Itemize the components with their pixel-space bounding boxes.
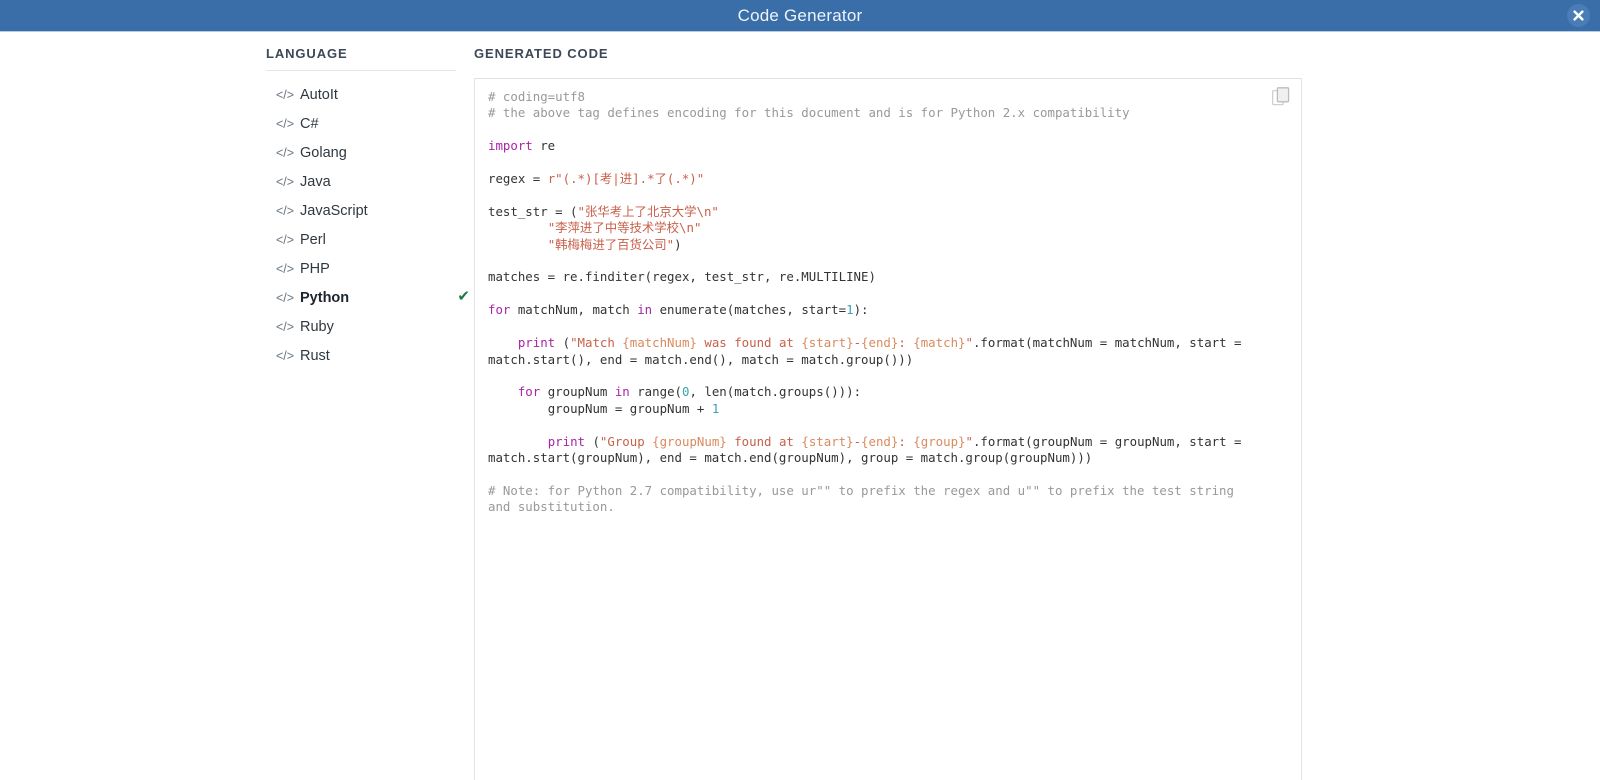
code-brackets-icon: </> <box>276 319 295 334</box>
close-button[interactable] <box>1567 4 1590 27</box>
language-item-label: Java <box>300 173 331 190</box>
code-brackets-icon: </> <box>276 116 295 131</box>
code-brackets-icon: </> <box>276 348 295 363</box>
language-item-label: Python <box>300 289 350 306</box>
code-brackets-icon: </> <box>276 87 295 102</box>
code-brackets-icon: </> <box>276 290 295 305</box>
generated-code-panel: # coding=utf8 # the above tag defines en… <box>474 78 1302 780</box>
language-item-perl[interactable]: </> Perl <box>266 225 456 254</box>
page-body: LANGUAGE </> AutoIt </> C# </> Golang </… <box>0 32 1600 780</box>
generated-code-heading: GENERATED CODE <box>474 46 609 61</box>
language-item-autoit[interactable]: </> AutoIt <box>266 80 456 109</box>
language-item-label: PHP <box>300 260 330 277</box>
language-list: </> AutoIt </> C# </> Golang </> Java </… <box>266 80 470 370</box>
language-item-label: Perl <box>300 231 326 248</box>
generated-code-text[interactable]: # coding=utf8 # the above tag defines en… <box>475 79 1275 526</box>
generated-code-header: GENERATED CODE <box>474 46 1304 70</box>
language-item-golang[interactable]: </> Golang <box>266 138 456 167</box>
language-item-python[interactable]: </> Python ✔ <box>266 283 470 312</box>
language-item-javascript[interactable]: </> JavaScript <box>266 196 456 225</box>
language-item-label: JavaScript <box>300 202 368 219</box>
language-item-label: Golang <box>300 144 347 161</box>
language-item-label: Rust <box>300 347 330 364</box>
language-item-label: AutoIt <box>300 86 338 103</box>
language-item-rust[interactable]: </> Rust <box>266 341 456 370</box>
checkmark-icon: ✔ <box>457 288 470 305</box>
code-brackets-icon: </> <box>276 232 295 247</box>
language-item-csharp[interactable]: </> C# <box>266 109 456 138</box>
language-item-label: C# <box>300 115 319 132</box>
language-item-label: Ruby <box>300 318 334 335</box>
code-brackets-icon: </> <box>276 261 295 276</box>
code-brackets-icon: </> <box>276 145 295 160</box>
language-item-java[interactable]: </> Java <box>266 167 456 196</box>
close-icon <box>1573 10 1584 21</box>
language-panel: LANGUAGE </> AutoIt </> C# </> Golang </… <box>266 46 470 370</box>
copy-icon[interactable] <box>1271 87 1290 106</box>
language-item-php[interactable]: </> PHP <box>266 254 456 283</box>
language-heading: LANGUAGE <box>266 46 348 61</box>
language-divider <box>266 70 456 71</box>
window-titlebar: Code Generator <box>0 0 1600 31</box>
code-brackets-icon: </> <box>276 203 295 218</box>
window-title: Code Generator <box>737 6 863 25</box>
code-brackets-icon: </> <box>276 174 295 189</box>
language-item-ruby[interactable]: </> Ruby <box>266 312 456 341</box>
